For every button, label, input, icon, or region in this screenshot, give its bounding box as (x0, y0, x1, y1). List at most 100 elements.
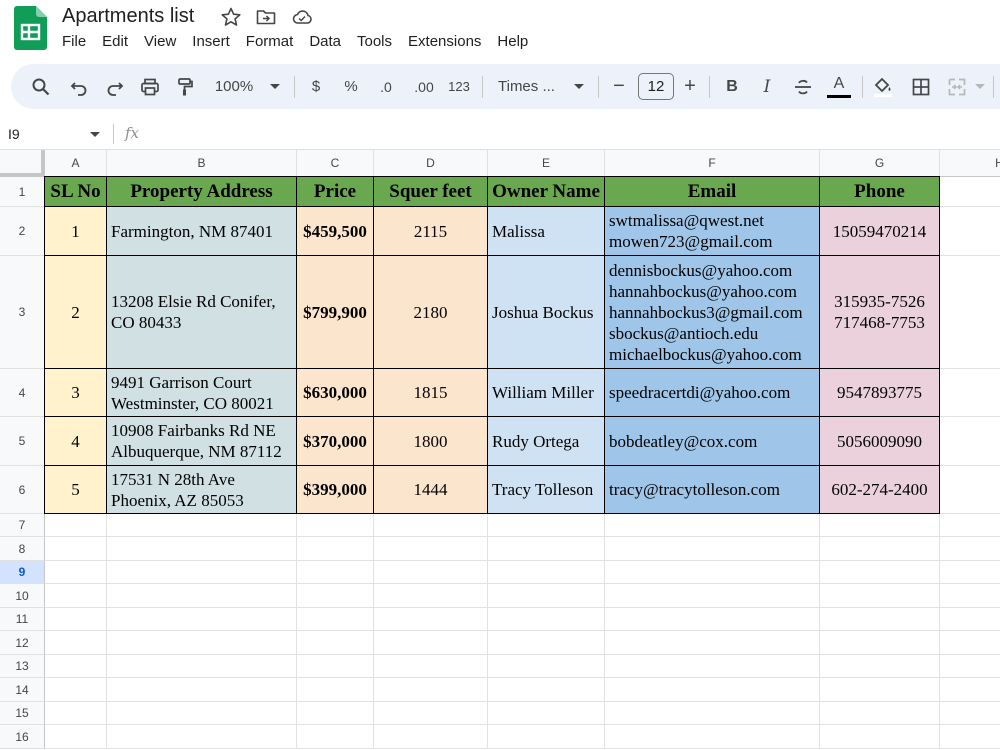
merge-cells-icon[interactable] (945, 64, 969, 109)
menu-view[interactable]: View (144, 32, 176, 52)
cell-a12[interactable] (45, 631, 107, 655)
sl-no-cell[interactable]: 3 (45, 369, 107, 417)
owner-cell[interactable]: Joshua Bockus (488, 256, 605, 369)
cell-c7[interactable] (297, 514, 374, 537)
more-formats-button[interactable]: 123 (447, 64, 471, 109)
menu-edit[interactable]: Edit (102, 32, 128, 52)
price-cell[interactable]: $799,900 (297, 256, 374, 369)
cell-a9[interactable] (45, 561, 107, 584)
cell-b8[interactable] (107, 537, 297, 561)
cell-e11[interactable] (488, 608, 605, 631)
borders-icon[interactable] (909, 64, 933, 109)
cell-a13[interactable] (45, 655, 107, 678)
phone-cell[interactable]: 315935-7526 717468-7753 (820, 256, 940, 369)
font-caret-icon[interactable] (569, 64, 589, 109)
cell-c9[interactable] (297, 561, 374, 584)
row-header-2[interactable]: 2 (0, 207, 45, 256)
owner-cell[interactable]: Malissa (488, 207, 605, 256)
cell-g15[interactable] (820, 702, 940, 725)
email-cell[interactable]: swtmalissa@qwest.net mowen723@gmail.com (605, 207, 820, 256)
currency-format-button[interactable]: $ (306, 64, 326, 109)
formula-input[interactable] (150, 121, 990, 147)
column-header-e[interactable]: E (488, 150, 605, 177)
increase-font-size-button[interactable]: + (680, 64, 700, 109)
search-menus-icon[interactable] (29, 64, 53, 109)
cell-g9[interactable] (820, 561, 940, 584)
cell-h16[interactable] (940, 725, 1000, 749)
print-icon[interactable] (138, 64, 162, 109)
cell-c14[interactable] (297, 678, 374, 702)
cell-f16[interactable] (605, 725, 820, 749)
cell-c8[interactable] (297, 537, 374, 561)
row-header-16[interactable]: 16 (0, 725, 45, 749)
cell-h15[interactable] (940, 702, 1000, 725)
price-cell[interactable]: $399,000 (297, 466, 374, 514)
cell-a7[interactable] (45, 514, 107, 537)
cell-b13[interactable] (107, 655, 297, 678)
cell-e13[interactable] (488, 655, 605, 678)
cell-d13[interactable] (374, 655, 488, 678)
cell-c10[interactable] (297, 584, 374, 608)
percent-format-button[interactable]: % (341, 64, 361, 109)
menu-extensions[interactable]: Extensions (408, 32, 481, 52)
header-phone[interactable]: Phone (820, 177, 940, 207)
cell-b16[interactable] (107, 725, 297, 749)
cell-e15[interactable] (488, 702, 605, 725)
cell-f8[interactable] (605, 537, 820, 561)
row-header-12[interactable]: 12 (0, 631, 45, 655)
cell-g8[interactable] (820, 537, 940, 561)
sqft-cell[interactable]: 1800 (374, 417, 488, 466)
cell-g11[interactable] (820, 608, 940, 631)
email-cell[interactable]: bobdeatley@cox.com (605, 417, 820, 466)
menu-help[interactable]: Help (497, 32, 528, 52)
cell-e14[interactable] (488, 678, 605, 702)
sheets-logo-icon[interactable] (14, 6, 47, 50)
sl-no-cell[interactable]: 2 (45, 256, 107, 369)
phone-cell[interactable]: 15059470214 (820, 207, 940, 256)
header-price[interactable]: Price (297, 177, 374, 207)
cell-h11[interactable] (940, 608, 1000, 631)
cell-f14[interactable] (605, 678, 820, 702)
column-header-d[interactable]: D (374, 150, 488, 177)
name-box-caret-icon[interactable] (89, 131, 101, 139)
row-header-13[interactable]: 13 (0, 655, 45, 678)
cell-d7[interactable] (374, 514, 488, 537)
redo-icon[interactable] (103, 64, 127, 109)
text-color-button[interactable]: A (826, 64, 852, 109)
owner-cell[interactable]: William Miller (488, 369, 605, 417)
cell-h4[interactable] (940, 369, 1000, 417)
row-header-3[interactable]: 3 (0, 256, 45, 369)
column-header-g[interactable]: G (820, 150, 940, 177)
sl-no-cell[interactable]: 5 (45, 466, 107, 514)
cell-b15[interactable] (107, 702, 297, 725)
row-header-15[interactable]: 15 (0, 702, 45, 725)
merge-caret-icon[interactable] (971, 64, 989, 109)
cell-c15[interactable] (297, 702, 374, 725)
row-header-7[interactable]: 7 (0, 514, 45, 537)
phone-cell[interactable]: 9547893775 (820, 369, 940, 417)
email-cell[interactable]: speedracertdi@yahoo.com (605, 369, 820, 417)
cell-h3[interactable] (940, 256, 1000, 369)
cell-h12[interactable] (940, 631, 1000, 655)
font-family-select[interactable]: Times ... (498, 64, 562, 109)
cell-f11[interactable] (605, 608, 820, 631)
decrease-font-size-button[interactable]: − (609, 64, 629, 109)
bold-button[interactable]: B (721, 64, 743, 109)
column-header-a[interactable]: A (45, 150, 107, 177)
cell-h6[interactable] (940, 466, 1000, 514)
price-cell[interactable]: $370,000 (297, 417, 374, 466)
row-header-6[interactable]: 6 (0, 466, 45, 514)
price-cell[interactable]: $630,000 (297, 369, 374, 417)
cell-c13[interactable] (297, 655, 374, 678)
cloud-status-icon[interactable] (291, 6, 313, 28)
row-header-8[interactable]: 8 (0, 537, 45, 561)
row-header-10[interactable]: 10 (0, 584, 45, 608)
cell-d9[interactable] (374, 561, 488, 584)
menu-data[interactable]: Data (309, 32, 341, 52)
select-all-corner[interactable] (0, 150, 45, 177)
menu-file[interactable]: File (62, 32, 86, 52)
cell-e9[interactable] (488, 561, 605, 584)
cell-f10[interactable] (605, 584, 820, 608)
cell-f15[interactable] (605, 702, 820, 725)
phone-cell[interactable]: 602-274-2400 (820, 466, 940, 514)
